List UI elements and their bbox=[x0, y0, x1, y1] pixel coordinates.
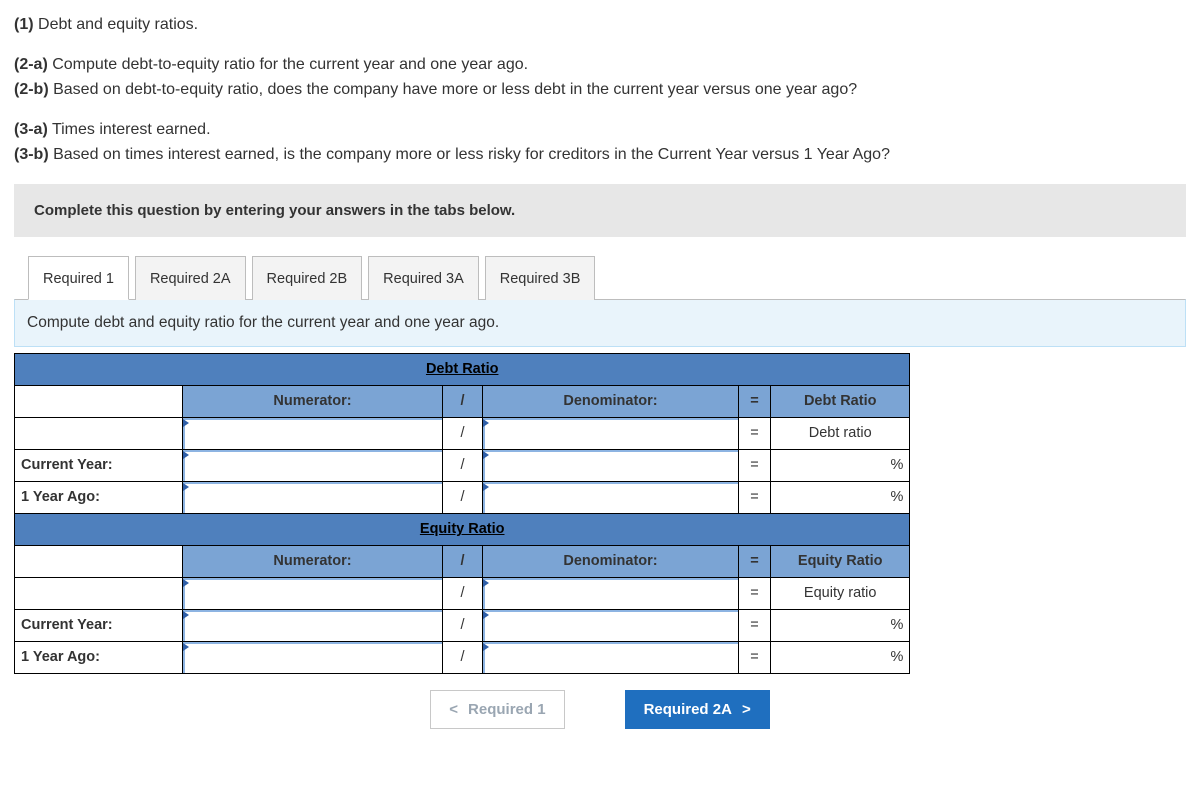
next-button[interactable]: Required 2A > bbox=[625, 690, 770, 729]
label-3b: (3-b) bbox=[14, 146, 49, 163]
debt-ratio-sublabel: Debt ratio bbox=[771, 417, 910, 449]
equals: = bbox=[739, 481, 771, 513]
slash: / bbox=[443, 641, 483, 673]
section-header-equity: Equity Ratio bbox=[15, 513, 910, 545]
equity-result-current[interactable] bbox=[771, 609, 885, 641]
equals: = bbox=[739, 449, 771, 481]
debt-num-prior-input[interactable] bbox=[183, 481, 443, 513]
prev-button: < Required 1 bbox=[430, 690, 564, 729]
denominator-header: Denominator: bbox=[483, 385, 739, 417]
section-header-debt: Debt Ratio bbox=[15, 353, 910, 385]
chevron-left-icon: < bbox=[449, 701, 458, 718]
equity-num-prior-input[interactable] bbox=[183, 641, 443, 673]
equity-denominator-select[interactable] bbox=[483, 577, 739, 609]
equals: = bbox=[739, 609, 771, 641]
label-1: (1) bbox=[14, 16, 34, 33]
slash: / bbox=[443, 609, 483, 641]
text-2b: Based on debt-to-equity ratio, does the … bbox=[49, 81, 857, 98]
equals: = bbox=[739, 577, 771, 609]
equals: = bbox=[739, 641, 771, 673]
equity-den-prior-input[interactable] bbox=[483, 641, 739, 673]
row-label-prior-debt: 1 Year Ago: bbox=[15, 481, 183, 513]
slash: / bbox=[443, 449, 483, 481]
debt-numerator-select[interactable] bbox=[183, 417, 443, 449]
tab-required-2b[interactable]: Required 2B bbox=[252, 256, 363, 300]
row-label-prior-equity: 1 Year Ago: bbox=[15, 641, 183, 673]
nav-row: < Required 1 Required 2A > bbox=[14, 690, 1186, 729]
pct: % bbox=[885, 641, 910, 673]
slash: / bbox=[443, 481, 483, 513]
row-label-current-debt: Current Year: bbox=[15, 449, 183, 481]
tab-required-2a[interactable]: Required 2A bbox=[135, 256, 246, 300]
debt-den-current-input[interactable] bbox=[483, 449, 739, 481]
equity-result-prior[interactable] bbox=[771, 641, 885, 673]
text-3a: Times interest earned. bbox=[48, 121, 211, 138]
tab-required-1[interactable]: Required 1 bbox=[28, 256, 129, 300]
row-label-current-equity: Current Year: bbox=[15, 609, 183, 641]
tab-description: Compute debt and equity ratio for the cu… bbox=[14, 299, 1186, 347]
slash-header: / bbox=[443, 545, 483, 577]
debt-den-prior-input[interactable] bbox=[483, 481, 739, 513]
slash: / bbox=[443, 577, 483, 609]
result-header-debt: Debt Ratio bbox=[771, 385, 910, 417]
denominator-header: Denominator: bbox=[483, 545, 739, 577]
text-2a: Compute debt-to-equity ratio for the cur… bbox=[48, 56, 528, 73]
pct: % bbox=[885, 449, 910, 481]
label-2a: (2-a) bbox=[14, 56, 48, 73]
equals: = bbox=[739, 417, 771, 449]
text-3b: Based on times interest earned, is the c… bbox=[49, 146, 890, 163]
tab-strip: Required 1 Required 2A Required 2B Requi… bbox=[28, 255, 1186, 299]
equity-den-current-input[interactable] bbox=[483, 609, 739, 641]
equity-ratio-sublabel: Equity ratio bbox=[771, 577, 910, 609]
blank-cell bbox=[15, 577, 183, 609]
result-header-equity: Equity Ratio bbox=[771, 545, 910, 577]
blank-header bbox=[15, 545, 183, 577]
pct: % bbox=[885, 481, 910, 513]
question-prompt: (1) Debt and equity ratios. (2-a) Comput… bbox=[14, 14, 1186, 166]
numerator-header: Numerator: bbox=[183, 545, 443, 577]
blank-header bbox=[15, 385, 183, 417]
label-2b: (2-b) bbox=[14, 81, 49, 98]
equals-header: = bbox=[739, 385, 771, 417]
debt-denominator-select[interactable] bbox=[483, 417, 739, 449]
worksheet-table: Debt Ratio Numerator: / Denominator: = D… bbox=[14, 353, 910, 674]
equals-header: = bbox=[739, 545, 771, 577]
equity-numerator-select[interactable] bbox=[183, 577, 443, 609]
debt-result-prior[interactable] bbox=[771, 481, 885, 513]
pct: % bbox=[885, 609, 910, 641]
instruction-bar: Complete this question by entering your … bbox=[14, 184, 1186, 237]
debt-num-current-input[interactable] bbox=[183, 449, 443, 481]
tab-required-3a[interactable]: Required 3A bbox=[368, 256, 479, 300]
next-label: Required 2A bbox=[644, 701, 732, 718]
slash-header: / bbox=[443, 385, 483, 417]
debt-result-current[interactable] bbox=[771, 449, 885, 481]
prev-label: Required 1 bbox=[468, 701, 546, 718]
chevron-right-icon: > bbox=[742, 701, 751, 718]
blank-cell bbox=[15, 417, 183, 449]
label-3a: (3-a) bbox=[14, 121, 48, 138]
tab-required-3b[interactable]: Required 3B bbox=[485, 256, 596, 300]
equity-num-current-input[interactable] bbox=[183, 609, 443, 641]
numerator-header: Numerator: bbox=[183, 385, 443, 417]
text-1: Debt and equity ratios. bbox=[34, 16, 199, 33]
slash: / bbox=[443, 417, 483, 449]
